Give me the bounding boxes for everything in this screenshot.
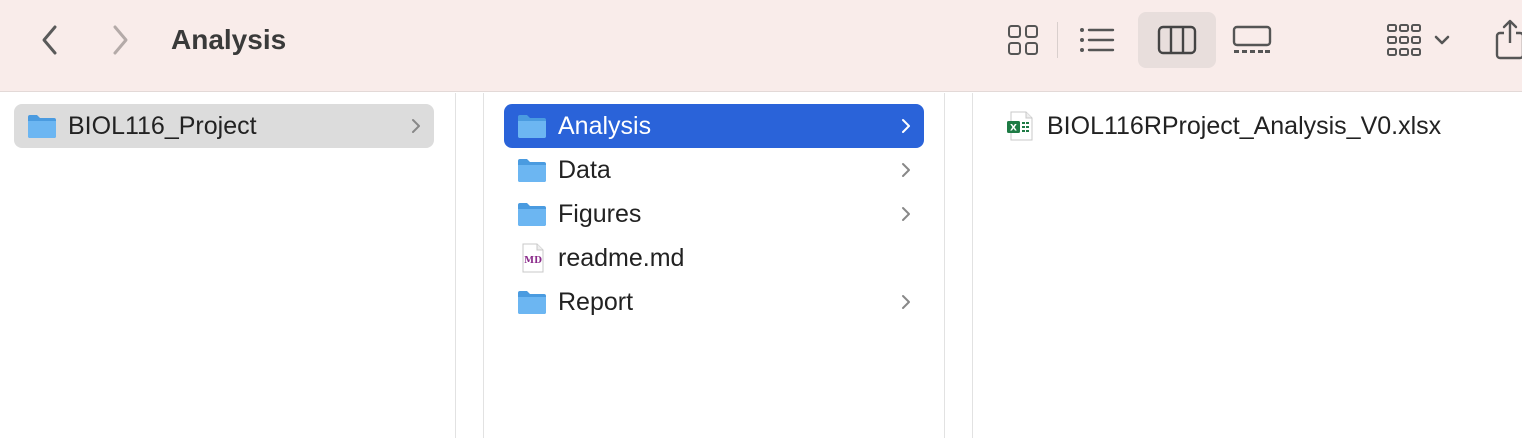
list-item-figures[interactable]: Figures bbox=[504, 192, 924, 236]
gallery-view-icon bbox=[1232, 25, 1272, 53]
list-item-biol116-project[interactable]: BIOL116_Project bbox=[14, 104, 434, 148]
column-divider bbox=[455, 93, 456, 438]
column-divider bbox=[944, 93, 945, 438]
chevron-right-icon bbox=[412, 119, 420, 133]
window-title: Analysis bbox=[171, 24, 287, 55]
list-item-analysis[interactable]: Analysis bbox=[504, 104, 924, 148]
chevron-down-icon bbox=[1434, 35, 1450, 45]
list-item-label: Analysis bbox=[558, 112, 652, 140]
list-view-button[interactable] bbox=[1075, 20, 1119, 60]
column-view-button[interactable] bbox=[1138, 12, 1216, 68]
svg-text:X: X bbox=[1010, 124, 1017, 134]
chevron-right-icon bbox=[902, 295, 910, 309]
list-item-label: BIOL116RProject_Analysis_V0.xlsx bbox=[1047, 112, 1442, 140]
group-by-button[interactable] bbox=[1378, 18, 1458, 62]
back-button[interactable] bbox=[30, 20, 70, 60]
share-icon bbox=[1495, 19, 1522, 60]
chevron-right-icon bbox=[902, 207, 910, 221]
gallery-view-button[interactable] bbox=[1229, 20, 1275, 60]
list-item-data[interactable]: Data bbox=[504, 148, 924, 192]
group-icon bbox=[1387, 24, 1421, 56]
icon-view-button[interactable] bbox=[1003, 20, 1043, 60]
list-item-label: Report bbox=[558, 288, 634, 316]
excel-file-icon: X bbox=[1007, 111, 1033, 141]
list-item-xlsx-file[interactable]: X BIOL116RProject_Analysis_V0.xlsx bbox=[993, 104, 1513, 148]
folder-icon bbox=[28, 115, 56, 138]
column-2: Analysis Data Figures MD readme.md Repor… bbox=[484, 93, 944, 438]
list-item-report[interactable]: Report bbox=[504, 280, 924, 324]
forward-button[interactable] bbox=[100, 20, 140, 60]
toolbar: Analysis bbox=[0, 0, 1522, 92]
list-view-icon bbox=[1080, 28, 1115, 52]
chevron-right-icon bbox=[902, 119, 910, 133]
chevron-right-icon bbox=[902, 163, 910, 177]
folder-icon bbox=[518, 115, 546, 138]
column-1: BIOL116_Project bbox=[0, 93, 455, 438]
folder-icon bbox=[518, 291, 546, 314]
share-button[interactable] bbox=[1490, 14, 1522, 64]
icon-view-icon bbox=[1008, 25, 1038, 55]
chevron-left-icon bbox=[42, 25, 57, 55]
list-item-label: Data bbox=[558, 156, 611, 184]
list-item-readme[interactable]: MD readme.md bbox=[504, 236, 924, 280]
list-item-label: BIOL116_Project bbox=[68, 112, 257, 140]
md-badge: MD bbox=[524, 256, 542, 266]
chevron-right-icon bbox=[113, 25, 128, 55]
column-3: X BIOL116RProject_Analysis_V0.xlsx bbox=[973, 93, 1522, 438]
list-item-label: Figures bbox=[558, 200, 642, 228]
list-item-label: readme.md bbox=[558, 244, 685, 272]
folder-icon bbox=[518, 203, 546, 226]
markdown-file-icon: MD bbox=[522, 243, 544, 273]
column-view-icon bbox=[1157, 25, 1197, 55]
toolbar-divider bbox=[1057, 22, 1058, 58]
folder-icon bbox=[518, 159, 546, 182]
